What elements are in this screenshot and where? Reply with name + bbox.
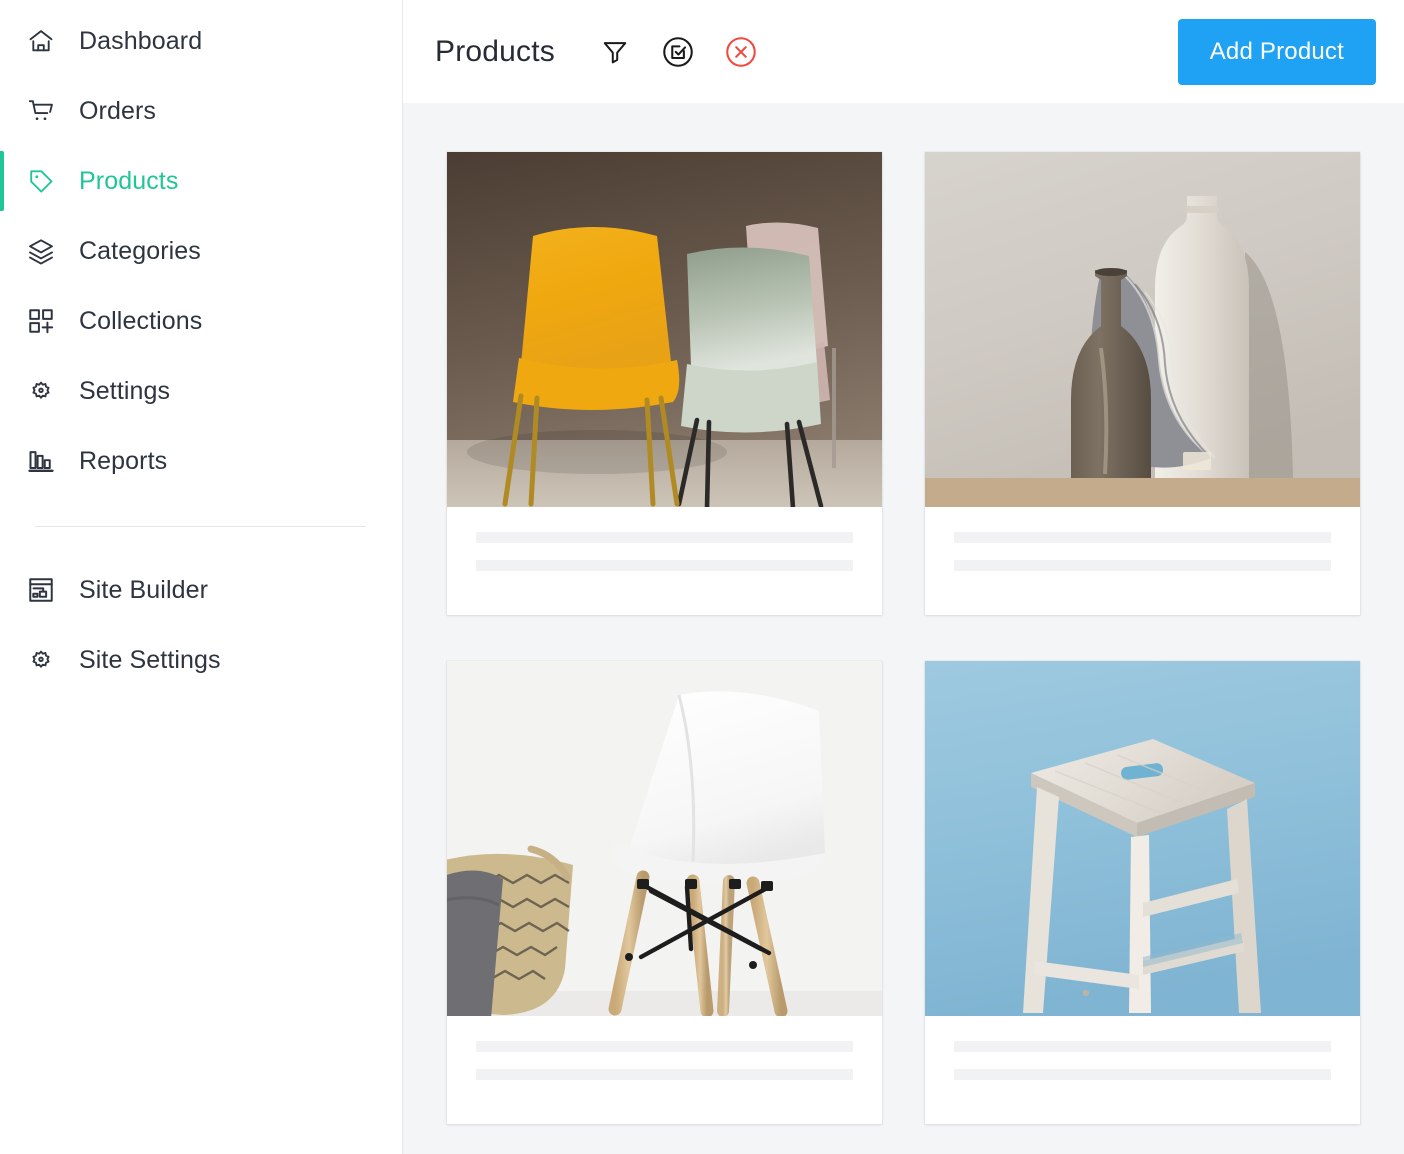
gear-icon	[24, 374, 58, 408]
sidebar-item-label: Site Settings	[79, 645, 221, 674]
product-card-body	[925, 1016, 1360, 1124]
page-header: Products Add Product	[403, 0, 1404, 103]
product-card-body	[447, 1016, 882, 1124]
skeleton-line	[476, 560, 853, 571]
home-icon	[24, 24, 58, 58]
sidebar-item-products[interactable]: Products	[0, 146, 402, 216]
product-card-yellow-chairs[interactable]	[447, 152, 882, 615]
skeleton-line	[954, 1069, 1331, 1080]
main-content: Products Add Product	[403, 0, 1404, 1154]
sidebar-item-label: Products	[79, 166, 179, 195]
product-card-ceramic-vases[interactable]	[925, 152, 1360, 615]
grid-plus-icon	[24, 304, 58, 338]
filter-icon[interactable]	[595, 32, 635, 72]
gear-icon	[24, 643, 58, 677]
products-grid-container	[403, 103, 1404, 1154]
sidebar-item-label: Site Builder	[79, 575, 209, 604]
sidebar-item-site-settings[interactable]: Site Settings	[0, 625, 402, 695]
sidebar-divider	[35, 526, 366, 527]
skeleton-line	[954, 1041, 1331, 1052]
product-card-wooden-stool[interactable]	[925, 661, 1360, 1124]
sidebar-item-label: Categories	[79, 236, 201, 265]
page-title: Products	[435, 34, 555, 68]
cart-icon	[24, 94, 58, 128]
header-toolbar	[595, 32, 761, 72]
sidebar-item-site-builder[interactable]: Site Builder	[0, 555, 402, 625]
product-image-wooden-stool	[925, 661, 1360, 1016]
sidebar-item-reports[interactable]: Reports	[0, 426, 402, 496]
sidebar: Dashboard Orders Products Categories Col…	[0, 0, 403, 1154]
sidebar-item-label: Settings	[79, 376, 171, 405]
skeleton-line	[476, 532, 853, 543]
product-card-body	[447, 507, 882, 615]
product-card-white-chair[interactable]	[447, 661, 882, 1124]
sidebar-item-label: Reports	[79, 446, 168, 475]
skeleton-line	[476, 1069, 853, 1080]
sidebar-item-label: Collections	[79, 306, 203, 335]
product-image-ceramic-vases	[925, 152, 1360, 507]
products-grid	[447, 152, 1404, 1124]
sidebar-item-categories[interactable]: Categories	[0, 216, 402, 286]
sidebar-item-label: Orders	[79, 96, 157, 125]
sidebar-item-label: Dashboard	[79, 26, 203, 55]
skeleton-line	[954, 560, 1331, 571]
product-card-body	[925, 507, 1360, 615]
add-product-button[interactable]: Add Product	[1177, 18, 1376, 85]
sidebar-item-settings[interactable]: Settings	[0, 356, 402, 426]
bar-chart-icon	[24, 444, 58, 478]
sidebar-item-dashboard[interactable]: Dashboard	[0, 6, 402, 76]
product-image-white-chair	[447, 661, 882, 1016]
layers-icon	[24, 234, 58, 268]
skeleton-line	[954, 532, 1331, 543]
app-root: Dashboard Orders Products Categories Col…	[0, 0, 1404, 1154]
active-indicator	[0, 151, 4, 211]
skeleton-line	[476, 1041, 853, 1052]
tag-icon	[24, 164, 58, 198]
select-check-icon[interactable]	[658, 32, 698, 72]
product-image-yellow-chairs	[447, 152, 882, 507]
delete-close-icon[interactable]	[721, 32, 761, 72]
sidebar-item-orders[interactable]: Orders	[0, 76, 402, 146]
sidebar-item-collections[interactable]: Collections	[0, 286, 402, 356]
layout-builder-icon	[24, 573, 58, 607]
